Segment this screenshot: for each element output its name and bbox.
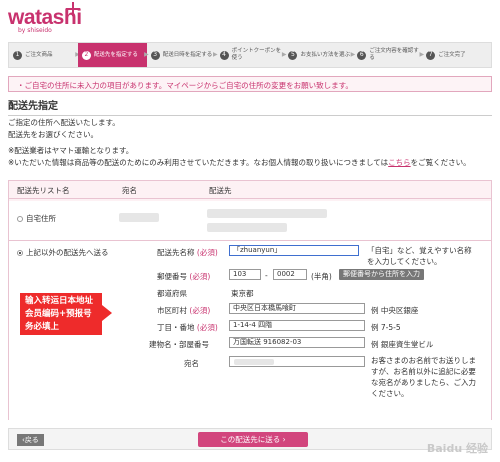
- step-5: 5 お支払い方法を選ぶ: [284, 43, 355, 67]
- step-number: 4: [219, 50, 229, 60]
- postal-label: 郵便番号 (必須): [157, 271, 210, 282]
- home-option[interactable]: 自宅住所: [17, 213, 56, 224]
- step-1: 1 ご注文商品: [9, 43, 80, 67]
- table-header: 配送先リスト名 宛名 配送先: [9, 181, 491, 199]
- note-line: ※いただいた情報は商品等の配送のためにのみ利用させていただきます。なお個人情報の…: [8, 157, 471, 169]
- recipient-input[interactable]: [229, 356, 365, 367]
- required-mark: (必須): [196, 248, 218, 257]
- postal-input-1[interactable]: 103: [229, 269, 261, 280]
- privacy-text: ※いただいた情報は商品等の配送のためにのみ利用させていただきます。なお個人情報の…: [8, 158, 389, 167]
- step-label: ご注文内容を確認する: [369, 48, 419, 61]
- home-radio[interactable]: [17, 216, 23, 222]
- baidu-watermark: Baidu 经验: [426, 442, 488, 455]
- step-label: お支払い方法を選ぶ: [300, 51, 350, 58]
- other-option-label: 上記以外の配送先へ送る: [26, 248, 109, 257]
- submit-address-button[interactable]: この配送先に送る ›: [198, 432, 308, 447]
- required-mark: (必須): [189, 272, 211, 281]
- street-text: 丁目・番地: [157, 323, 195, 332]
- step-6: 6 ご注文内容を確認する: [353, 43, 424, 67]
- privacy-text-end: をご覧ください。: [410, 158, 471, 167]
- logo-plus-icon: [66, 2, 80, 16]
- step-label: 配送日時を指定する: [162, 51, 213, 58]
- header-destination: 配送先: [209, 186, 232, 195]
- street-example: 例 7-5-5: [371, 323, 401, 332]
- pref-value: 東京都: [231, 289, 254, 298]
- list-name-text: 配送先名称: [157, 248, 195, 257]
- home-option-label: 自宅住所: [26, 214, 56, 223]
- list-name-help: 「自宅」など、覚えやすい名称を入力してください。: [367, 246, 472, 266]
- step-label: 配送先を指定する: [93, 51, 138, 58]
- street-label: 丁目・番地 (必須): [157, 322, 218, 333]
- postal-text: 郵便番号: [157, 272, 187, 281]
- other-option[interactable]: 上記以外の配送先へ送る: [17, 247, 109, 258]
- home-address-row[interactable]: 自宅住所: [9, 201, 491, 241]
- city-example: 例 中央区銀座: [371, 306, 419, 315]
- step-number: 7: [426, 50, 436, 60]
- recipient-help: お客さまのお名前でお送りしますが、お名前以外に追記に必要な宛名がありましたら、ご…: [371, 356, 476, 398]
- required-mark: (必須): [189, 306, 211, 315]
- step-2: 2 配送先を指定する: [77, 43, 149, 67]
- step-number: 6: [357, 50, 367, 60]
- step-number: 3: [150, 50, 160, 60]
- street-input[interactable]: 1-14-4 四階: [229, 320, 365, 331]
- building-input[interactable]: 万国転送 916082-03: [229, 337, 365, 348]
- other-radio[interactable]: [17, 250, 23, 256]
- footer-bar: ‹戻る この配送先に送る ›: [8, 428, 492, 450]
- step-number: 1: [13, 50, 22, 60]
- city-text: 市区町村: [157, 306, 187, 315]
- back-label: 戻る: [24, 436, 39, 444]
- header-recipient: 宛名: [122, 186, 137, 195]
- building-label: 建物名・部屋番号: [149, 340, 209, 349]
- step-4: 4 ポイントクーポンを使う: [216, 43, 286, 67]
- list-name-label: 配送先名称 (必須): [157, 247, 218, 258]
- postal-input-2[interactable]: 0002: [273, 269, 307, 280]
- intro-text: ご指定の住所へ配送いたします。 配送先をお選びください。: [8, 117, 120, 141]
- next-label: この配送先に送る: [220, 435, 281, 444]
- annotation-box: 输入转运日本地址会员编码+预报号务必填上: [20, 293, 102, 335]
- step-number: 2: [81, 50, 91, 60]
- list-name-input[interactable]: 「zhuanyun」: [229, 245, 359, 256]
- watashi-logo[interactable]: watashi by shiseido: [8, 2, 82, 34]
- intro-line: 配送先をお選びください。: [8, 130, 98, 139]
- redacted-address: [207, 209, 327, 218]
- city-input[interactable]: 中央区日本橋馬喰町: [229, 303, 365, 314]
- step-label: ご注文完了: [438, 51, 466, 58]
- city-label: 市区町村 (必須): [157, 305, 210, 316]
- notes-text: ※配送業者はヤマト運輸となります。 ※いただいた情報は商品等の配送のためにのみ利…: [8, 145, 471, 169]
- back-button[interactable]: ‹戻る: [17, 434, 44, 446]
- address-alert: ・ご自宅の住所に未入力の項目があります。マイページからご自宅の住所の変更をお願い…: [8, 76, 492, 92]
- header-list-name: 配送先リスト名: [17, 186, 70, 195]
- privacy-link[interactable]: こちら: [388, 158, 411, 167]
- redacted-name: [234, 359, 274, 365]
- pref-label: 都道府県: [157, 289, 187, 298]
- building-example: 例 銀座資生堂ビル: [371, 340, 434, 349]
- step-7: 7 ご注文完了: [422, 43, 491, 67]
- step-3: 3 配送日時を指定する: [147, 43, 217, 67]
- checkout-steps: 1ご注文商品 2配送先を指定する 3配送日時を指定する 4ポイントクーポンを使う…: [8, 42, 492, 68]
- recipient-label: 宛名: [184, 359, 199, 368]
- step-label: ポイントクーポンを使う: [231, 48, 282, 61]
- annotation-arrow-icon: [102, 305, 112, 321]
- required-mark: (必須): [196, 323, 218, 332]
- note-line: ※配送業者はヤマト運輸となります。: [8, 146, 134, 155]
- postal-lookup-button[interactable]: 郵便番号から住所を入力: [339, 269, 424, 280]
- postal-note: (半角): [311, 272, 332, 281]
- postal-separator: -: [265, 271, 268, 280]
- intro-line: ご指定の住所へ配送いたします。: [8, 118, 120, 127]
- page-title: 配送先指定: [8, 97, 492, 116]
- step-label: ご注文商品: [25, 51, 53, 58]
- redacted-address: [207, 223, 287, 232]
- redacted-recipient: [119, 213, 159, 222]
- step-number: 5: [288, 50, 298, 60]
